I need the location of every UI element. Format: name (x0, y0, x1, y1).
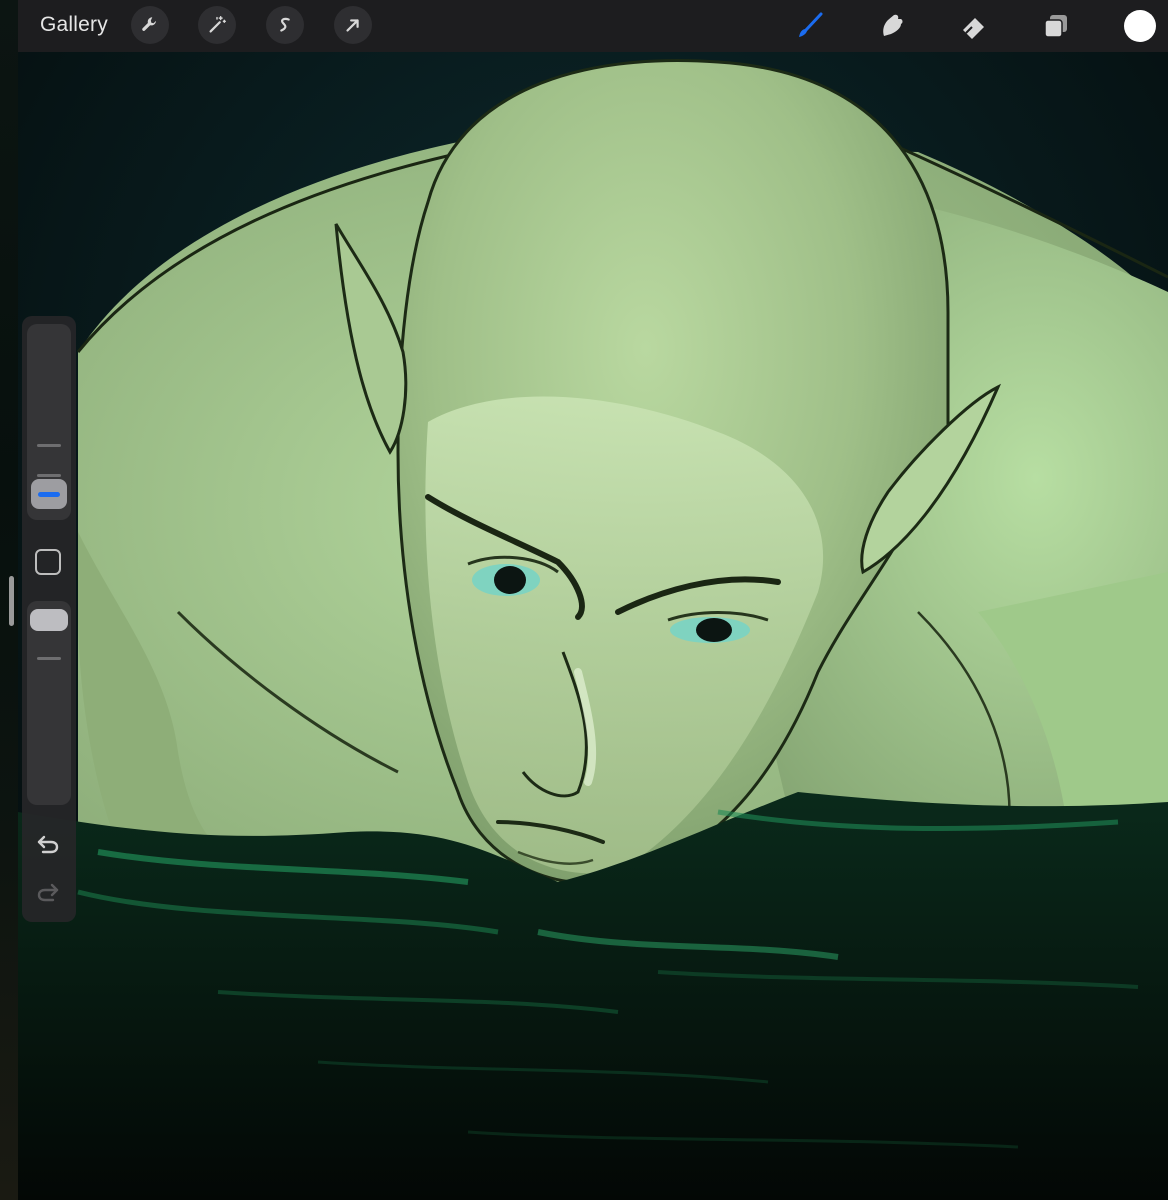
transform-button[interactable] (334, 6, 372, 44)
left-sidebar (22, 316, 76, 922)
brush-size-tick (37, 474, 61, 477)
paint-button[interactable] (792, 8, 828, 44)
redo-icon[interactable] (35, 879, 61, 905)
undo-icon[interactable] (35, 831, 61, 857)
smudge-icon (883, 14, 903, 36)
wrench-icon (142, 17, 156, 31)
left-app-edge (0, 0, 18, 1200)
actions-button[interactable] (131, 6, 169, 44)
modify-square-icon[interactable] (35, 549, 61, 575)
brush-icon (799, 12, 823, 37)
brush-opacity-thumb[interactable] (30, 609, 68, 631)
brush-opacity-slider[interactable] (27, 601, 71, 805)
selection-button[interactable] (266, 6, 304, 44)
eraser-icon (963, 18, 984, 39)
color-picker-button[interactable] (1124, 10, 1156, 42)
selection-s-icon (280, 17, 290, 32)
layers-icon (1044, 15, 1067, 38)
layers-button[interactable] (1038, 8, 1074, 44)
brush-size-tick (37, 444, 61, 447)
magic-wand-icon (209, 16, 226, 33)
artwork (18, 52, 1168, 1200)
sidebar-drag-handle[interactable] (9, 576, 14, 626)
arrow-cursor-icon (346, 19, 359, 32)
brush-opacity-tick (37, 657, 61, 660)
gallery-button[interactable]: Gallery (40, 13, 108, 37)
brush-size-thumb[interactable] (31, 479, 67, 509)
eraser-button[interactable] (956, 8, 992, 44)
brush-size-indicator (38, 491, 60, 497)
adjustments-button[interactable] (198, 6, 236, 44)
drawing-canvas[interactable] (18, 52, 1168, 1200)
top-toolbar: Gallery (18, 0, 1168, 52)
smudge-button[interactable] (874, 8, 910, 44)
